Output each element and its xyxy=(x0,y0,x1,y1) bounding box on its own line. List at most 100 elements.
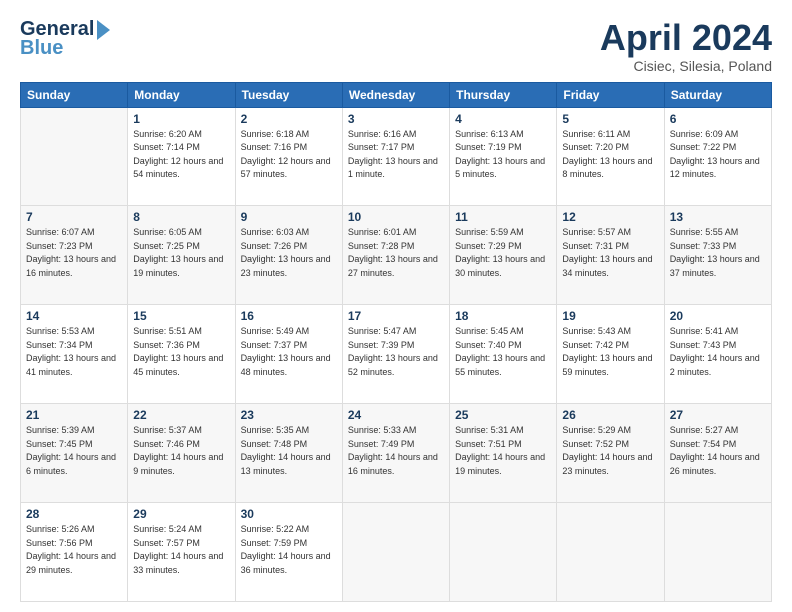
week-row-5: 28Sunrise: 5:26 AMSunset: 7:56 PMDayligh… xyxy=(21,503,772,602)
calendar-cell: 7Sunrise: 6:07 AMSunset: 7:23 PMDaylight… xyxy=(21,206,128,305)
week-row-4: 21Sunrise: 5:39 AMSunset: 7:45 PMDayligh… xyxy=(21,404,772,503)
day-info: Sunrise: 5:47 AMSunset: 7:39 PMDaylight:… xyxy=(348,325,444,379)
sunrise-text: Sunrise: 6:07 AM xyxy=(26,226,122,240)
daylight-text-1: Daylight: 13 hours and xyxy=(562,253,658,267)
daylight-text-1: Daylight: 14 hours and xyxy=(241,550,337,564)
header: General Blue April 2024 Cisiec, Silesia,… xyxy=(20,18,772,74)
day-info: Sunrise: 5:53 AMSunset: 7:34 PMDaylight:… xyxy=(26,325,122,379)
daylight-text-1: Daylight: 13 hours and xyxy=(455,253,551,267)
day-number: 5 xyxy=(562,112,658,126)
calendar-cell: 11Sunrise: 5:59 AMSunset: 7:29 PMDayligh… xyxy=(450,206,557,305)
sunrise-text: Sunrise: 5:51 AM xyxy=(133,325,229,339)
day-info: Sunrise: 5:43 AMSunset: 7:42 PMDaylight:… xyxy=(562,325,658,379)
sunset-text: Sunset: 7:43 PM xyxy=(670,339,766,353)
daylight-text-1: Daylight: 13 hours and xyxy=(562,352,658,366)
sunrise-text: Sunrise: 5:41 AM xyxy=(670,325,766,339)
daylight-text-2: 30 minutes. xyxy=(455,267,551,281)
sunset-text: Sunset: 7:54 PM xyxy=(670,438,766,452)
day-number: 25 xyxy=(455,408,551,422)
month-title: April 2024 xyxy=(600,18,772,58)
day-number: 16 xyxy=(241,309,337,323)
calendar-cell: 30Sunrise: 5:22 AMSunset: 7:59 PMDayligh… xyxy=(235,503,342,602)
sunrise-text: Sunrise: 5:55 AM xyxy=(670,226,766,240)
day-number: 1 xyxy=(133,112,229,126)
calendar-cell xyxy=(557,503,664,602)
calendar-cell: 8Sunrise: 6:05 AMSunset: 7:25 PMDaylight… xyxy=(128,206,235,305)
calendar-cell: 18Sunrise: 5:45 AMSunset: 7:40 PMDayligh… xyxy=(450,305,557,404)
logo-chevron-icon xyxy=(97,20,110,40)
header-saturday: Saturday xyxy=(664,82,771,107)
calendar-cell: 13Sunrise: 5:55 AMSunset: 7:33 PMDayligh… xyxy=(664,206,771,305)
calendar-cell xyxy=(450,503,557,602)
sunset-text: Sunset: 7:33 PM xyxy=(670,240,766,254)
day-info: Sunrise: 6:09 AMSunset: 7:22 PMDaylight:… xyxy=(670,128,766,182)
calendar-cell: 17Sunrise: 5:47 AMSunset: 7:39 PMDayligh… xyxy=(342,305,449,404)
calendar-cell: 4Sunrise: 6:13 AMSunset: 7:19 PMDaylight… xyxy=(450,107,557,206)
logo-blue: Blue xyxy=(20,37,63,60)
day-info: Sunrise: 5:29 AMSunset: 7:52 PMDaylight:… xyxy=(562,424,658,478)
day-info: Sunrise: 6:03 AMSunset: 7:26 PMDaylight:… xyxy=(241,226,337,280)
day-info: Sunrise: 5:26 AMSunset: 7:56 PMDaylight:… xyxy=(26,523,122,577)
sunset-text: Sunset: 7:46 PM xyxy=(133,438,229,452)
daylight-text-2: 26 minutes. xyxy=(670,465,766,479)
sunrise-text: Sunrise: 5:49 AM xyxy=(241,325,337,339)
daylight-text-1: Daylight: 14 hours and xyxy=(670,352,766,366)
daylight-text-1: Daylight: 13 hours and xyxy=(241,352,337,366)
sunrise-text: Sunrise: 6:13 AM xyxy=(455,128,551,142)
calendar-cell xyxy=(664,503,771,602)
day-info: Sunrise: 6:18 AMSunset: 7:16 PMDaylight:… xyxy=(241,128,337,182)
daylight-text-2: 8 minutes. xyxy=(562,168,658,182)
daylight-text-2: 13 minutes. xyxy=(241,465,337,479)
calendar-cell: 27Sunrise: 5:27 AMSunset: 7:54 PMDayligh… xyxy=(664,404,771,503)
calendar-cell: 1Sunrise: 6:20 AMSunset: 7:14 PMDaylight… xyxy=(128,107,235,206)
day-info: Sunrise: 5:37 AMSunset: 7:46 PMDaylight:… xyxy=(133,424,229,478)
daylight-text-2: 34 minutes. xyxy=(562,267,658,281)
day-info: Sunrise: 6:13 AMSunset: 7:19 PMDaylight:… xyxy=(455,128,551,182)
day-number: 15 xyxy=(133,309,229,323)
daylight-text-2: 36 minutes. xyxy=(241,564,337,578)
day-number: 30 xyxy=(241,507,337,521)
sunrise-text: Sunrise: 5:57 AM xyxy=(562,226,658,240)
location-subtitle: Cisiec, Silesia, Poland xyxy=(600,58,772,74)
sunset-text: Sunset: 7:52 PM xyxy=(562,438,658,452)
daylight-text-1: Daylight: 14 hours and xyxy=(455,451,551,465)
daylight-text-2: 59 minutes. xyxy=(562,366,658,380)
sunset-text: Sunset: 7:16 PM xyxy=(241,141,337,155)
sunset-text: Sunset: 7:49 PM xyxy=(348,438,444,452)
day-info: Sunrise: 6:01 AMSunset: 7:28 PMDaylight:… xyxy=(348,226,444,280)
sunset-text: Sunset: 7:34 PM xyxy=(26,339,122,353)
sunrise-text: Sunrise: 5:37 AM xyxy=(133,424,229,438)
calendar-cell xyxy=(342,503,449,602)
header-sunday: Sunday xyxy=(21,82,128,107)
daylight-text-1: Daylight: 13 hours and xyxy=(133,253,229,267)
calendar-cell: 24Sunrise: 5:33 AMSunset: 7:49 PMDayligh… xyxy=(342,404,449,503)
sunset-text: Sunset: 7:22 PM xyxy=(670,141,766,155)
calendar-cell: 5Sunrise: 6:11 AMSunset: 7:20 PMDaylight… xyxy=(557,107,664,206)
sunset-text: Sunset: 7:36 PM xyxy=(133,339,229,353)
week-row-1: 1Sunrise: 6:20 AMSunset: 7:14 PMDaylight… xyxy=(21,107,772,206)
daylight-text-2: 23 minutes. xyxy=(241,267,337,281)
sunset-text: Sunset: 7:31 PM xyxy=(562,240,658,254)
daylight-text-1: Daylight: 13 hours and xyxy=(670,253,766,267)
daylight-text-1: Daylight: 13 hours and xyxy=(348,253,444,267)
daylight-text-1: Daylight: 13 hours and xyxy=(26,253,122,267)
sunrise-text: Sunrise: 5:43 AM xyxy=(562,325,658,339)
calendar-table: Sunday Monday Tuesday Wednesday Thursday… xyxy=(20,82,772,602)
daylight-text-1: Daylight: 14 hours and xyxy=(670,451,766,465)
daylight-text-2: 5 minutes. xyxy=(455,168,551,182)
day-number: 26 xyxy=(562,408,658,422)
daylight-text-2: 23 minutes. xyxy=(562,465,658,479)
daylight-text-1: Daylight: 14 hours and xyxy=(562,451,658,465)
title-section: April 2024 Cisiec, Silesia, Poland xyxy=(600,18,772,74)
day-info: Sunrise: 6:16 AMSunset: 7:17 PMDaylight:… xyxy=(348,128,444,182)
sunset-text: Sunset: 7:39 PM xyxy=(348,339,444,353)
daylight-text-2: 48 minutes. xyxy=(241,366,337,380)
day-number: 20 xyxy=(670,309,766,323)
calendar-cell xyxy=(21,107,128,206)
week-row-2: 7Sunrise: 6:07 AMSunset: 7:23 PMDaylight… xyxy=(21,206,772,305)
day-number: 29 xyxy=(133,507,229,521)
daylight-text-2: 9 minutes. xyxy=(133,465,229,479)
sunrise-text: Sunrise: 6:05 AM xyxy=(133,226,229,240)
weekday-header-row: Sunday Monday Tuesday Wednesday Thursday… xyxy=(21,82,772,107)
sunset-text: Sunset: 7:57 PM xyxy=(133,537,229,551)
